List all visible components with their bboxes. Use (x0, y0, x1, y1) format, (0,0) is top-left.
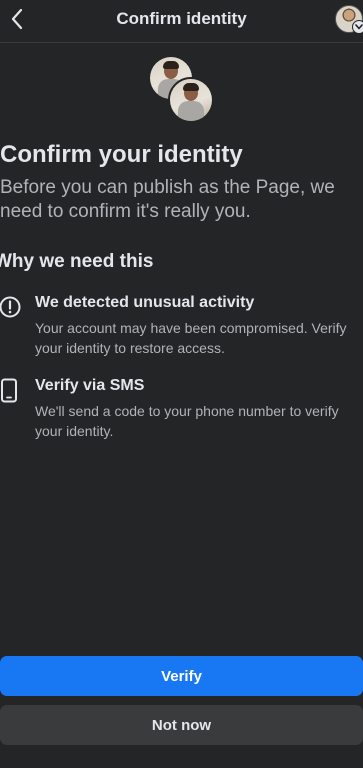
profile-switcher-button[interactable] (335, 5, 363, 34)
verify-button[interactable]: Verify (0, 656, 363, 696)
profile-photos-illustration (148, 55, 218, 125)
chevron-down-icon (352, 20, 363, 34)
confirm-subtitle: Before you can publish as the Page, we n… (0, 177, 335, 222)
page-photo (168, 77, 214, 123)
reason-description: We'll send a code to your phone number t… (35, 403, 339, 439)
reason-title: We detected unusual activity (35, 294, 255, 311)
section-title: Why we need this (0, 251, 154, 272)
not-now-button[interactable]: Not now (0, 705, 363, 745)
confirm-heading: Confirm your identity (0, 141, 243, 168)
page-title: Confirm identity (116, 9, 247, 28)
phone-icon (0, 378, 24, 404)
alert-circle-icon (0, 295, 24, 321)
reason-title: Verify via SMS (35, 377, 145, 394)
reason-description: Your account may have been compromised. … (35, 320, 347, 356)
header-divider (0, 42, 363, 43)
top-bar: Confirm identity (0, 0, 363, 40)
